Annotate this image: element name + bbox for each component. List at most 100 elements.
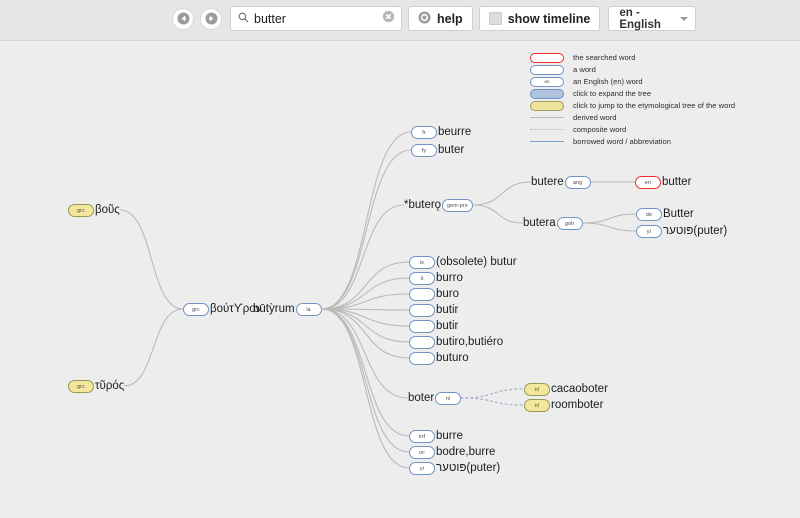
back-button[interactable] [172, 7, 194, 30]
clear-icon[interactable] [382, 10, 395, 28]
language-value: en - English [619, 6, 661, 31]
graph-node[interactable]: yi פּוטער(puter) [636, 224, 727, 239]
graph-node[interactable]: is (obsolete) butur [409, 255, 517, 270]
node-language-tag[interactable]: grc [68, 380, 94, 393]
graph-node[interactable]: nl cacaoboter [524, 382, 608, 397]
graph-edge [321, 204, 405, 310]
legend-pill-swatch [530, 88, 564, 99]
graph-edge [321, 308, 410, 359]
graph-edge [123, 308, 184, 387]
graph-node[interactable]: buturo [409, 351, 469, 366]
node-label: butiro,butiéro [436, 336, 504, 348]
node-language-tag[interactable] [409, 288, 435, 301]
graph-edge [460, 397, 525, 406]
legend-item: click to expand the tree [530, 88, 790, 99]
node-language-tag[interactable]: yi [636, 225, 662, 238]
node-language-tag[interactable]: is [409, 256, 435, 269]
graph-edge [321, 308, 410, 437]
node-label: bodre,burre [436, 446, 496, 458]
arrow-right-icon [205, 12, 218, 25]
graph-edge [472, 204, 524, 224]
graph-node[interactable]: grc βoύτϒρoν [183, 302, 261, 317]
node-label: roomboter [551, 399, 604, 411]
language-select[interactable]: en - English [608, 6, 697, 31]
graph-node[interactable]: en butter [635, 175, 691, 190]
node-language-tag[interactable]: de [636, 208, 662, 221]
search-input[interactable]: butter [254, 12, 382, 26]
legend-item-label: borrowed word / abbreviation [573, 137, 671, 146]
search-icon [238, 10, 249, 28]
legend-item: a word [530, 64, 790, 75]
forward-button[interactable] [200, 7, 222, 30]
node-language-tag[interactable]: nl [524, 399, 550, 412]
node-label: boter [408, 392, 435, 404]
node-label: burre [436, 430, 463, 442]
graph-node[interactable]: boter nl [408, 391, 462, 406]
toolbar: butter help show timeline en - English [0, 0, 800, 41]
graph-node[interactable]: oc bodre,burre [409, 445, 495, 460]
legend-item-label: click to jump to the etymological tree o… [573, 101, 736, 110]
node-language-tag[interactable]: it [409, 272, 435, 285]
graph-node[interactable]: *buterǫ gem-pro [404, 198, 473, 213]
legend-item: click to jump to the etymological tree o… [530, 100, 790, 111]
node-language-tag[interactable] [409, 320, 435, 333]
node-label: (obsolete) butur [436, 256, 517, 268]
graph-node[interactable]: butiro,butiéro [409, 335, 503, 350]
graph-canvas[interactable]: grc βoῦς grc τῦρός grc βoύτϒρoν būtỳrum la fr beu… [0, 41, 800, 518]
node-language-tag[interactable]: gem-pro [442, 199, 473, 212]
graph-node[interactable]: butere ang [531, 175, 591, 190]
chevron-down-icon [680, 16, 689, 21]
node-language-tag[interactable]: grc [183, 303, 209, 316]
graph-node[interactable]: nl roomboter [524, 398, 603, 413]
node-language-tag[interactable]: la [295, 303, 322, 316]
node-language-tag[interactable] [409, 304, 435, 317]
show-timeline-label: show timeline [507, 11, 591, 26]
show-timeline-toggle[interactable]: show timeline [478, 6, 601, 31]
node-language-tag[interactable] [409, 352, 435, 365]
help-label: help [437, 11, 463, 26]
search-box[interactable]: butter [230, 6, 402, 31]
node-language-tag[interactable]: yi [409, 462, 435, 475]
graph-node[interactable]: nrf burre [409, 429, 463, 444]
node-language-tag[interactable]: fy [411, 144, 437, 157]
legend-item: en an English (en) word [530, 76, 790, 87]
node-language-tag[interactable] [409, 336, 435, 349]
graph-edge [321, 308, 410, 453]
legend-pill-swatch [530, 64, 564, 75]
node-language-tag[interactable]: fr [411, 126, 437, 139]
graph-edge [321, 293, 410, 310]
node-label: Butter [663, 208, 694, 220]
graph-node[interactable]: grc βoῦς [68, 203, 120, 218]
etymology-explorer-app: butter help show timeline en - English g… [0, 0, 800, 518]
legend-item: the searched word [530, 52, 790, 63]
graph-node[interactable]: butir [409, 319, 458, 334]
graph-node[interactable]: buro [409, 287, 459, 302]
graph-node[interactable]: it burro [409, 271, 463, 286]
node-language-tag[interactable]: nrf [409, 430, 435, 443]
timeline-checkbox[interactable] [488, 12, 502, 25]
node-language-tag[interactable]: nl [435, 392, 462, 405]
node-language-tag[interactable]: grc [68, 204, 94, 217]
graph-node[interactable]: yi פּוטער(puter) [409, 461, 500, 476]
graph-node[interactable]: butera goh [523, 216, 583, 231]
node-label: butir [436, 304, 459, 316]
node-language-tag[interactable]: oc [409, 446, 435, 459]
graph-node[interactable]: fy buter [411, 143, 464, 158]
graph-node[interactable]: de Butter [636, 207, 694, 222]
legend-item-label: an English (en) word [573, 77, 643, 86]
legend-pill-swatch [530, 52, 564, 63]
graph-node[interactable]: fr beurre [411, 125, 471, 140]
help-button[interactable]: help [408, 6, 473, 31]
graph-edge [321, 131, 412, 310]
graph-node[interactable]: grc τῦρός [68, 379, 124, 394]
node-language-tag[interactable]: nl [524, 383, 550, 396]
legend-item-label: the searched word [573, 53, 636, 62]
node-label: פּוטער(puter) [436, 462, 501, 474]
legend-pill-swatch [530, 100, 564, 111]
node-language-tag[interactable]: en [635, 176, 661, 189]
legend-item-label: derived word [573, 113, 617, 122]
node-language-tag[interactable]: ang [564, 176, 591, 189]
node-language-tag[interactable]: goh [556, 217, 583, 230]
graph-node[interactable]: būtỳrum la [253, 302, 322, 317]
graph-node[interactable]: butir [409, 303, 458, 318]
